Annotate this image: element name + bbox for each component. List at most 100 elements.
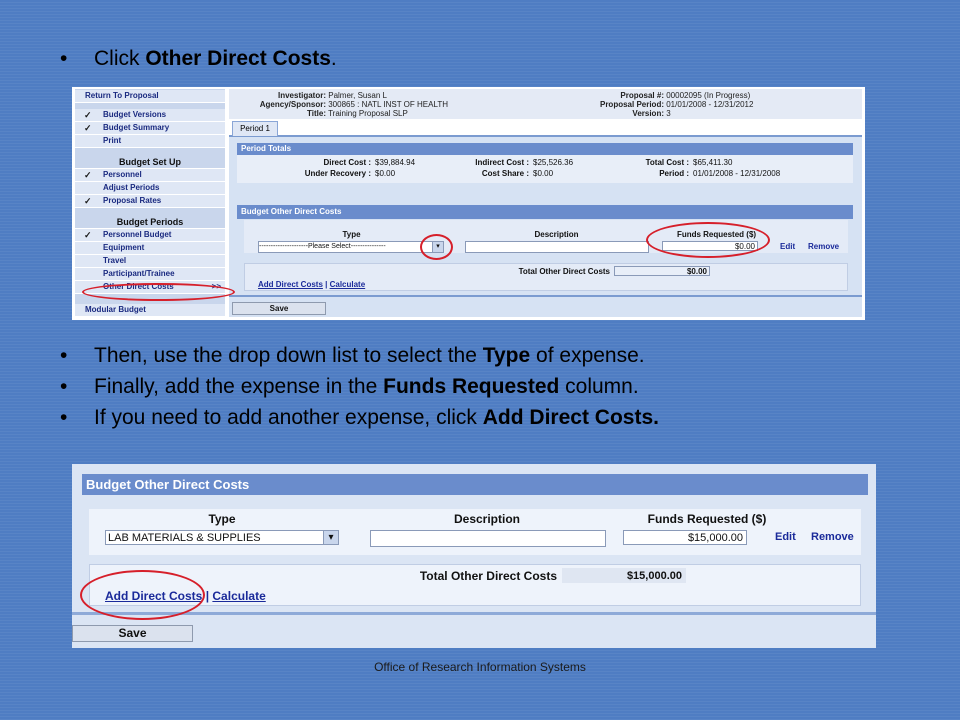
column-header-description: Description [534, 230, 579, 239]
header-value: Training Proposal SLP [328, 109, 408, 118]
total-cost-value: $65,411.30 [693, 158, 733, 167]
slide-footer: Office of Research Information Systems [374, 660, 586, 674]
bullet-text: Then, use the drop down list to select t… [94, 344, 645, 368]
bullet-bold-part: Other Direct Costs [145, 47, 331, 70]
select-value: LAB MATERIALS & SUPPLIES [108, 532, 261, 544]
header-version: Version: 3 [559, 109, 671, 118]
sidebar-item-budget-versions[interactable]: ✓ Budget Versions [75, 109, 225, 122]
column-header-funds-requested: Funds Requested ($) [647, 512, 767, 526]
period-tabs: Period 1 [229, 121, 862, 137]
check-icon: ✓ [84, 230, 92, 240]
sidebar-item-adjust-periods[interactable]: Adjust Periods [75, 182, 225, 195]
label-text: Period : [659, 169, 689, 178]
total-odc-value: $0.00 [614, 266, 710, 276]
edit-link[interactable]: Edit [775, 531, 796, 543]
indirect-cost-label: Indirect Cost : [435, 158, 529, 167]
header-value: 01/01/2008 - 12/31/2012 [666, 100, 754, 109]
check-icon: ✓ [84, 196, 92, 206]
sidebar-item-label: Participant/Trainee [103, 269, 175, 278]
header-value: Palmer, Susan L [328, 91, 387, 100]
sidebar-item-label: Equipment [103, 243, 145, 252]
sidebar-heading-budget-periods: Budget Periods [75, 216, 225, 229]
save-button[interactable]: Save [72, 625, 193, 642]
bullet-marker: • [60, 406, 68, 429]
calculate-link[interactable]: Calculate [212, 589, 265, 603]
total-odc-label: Total Other Direct Costs [419, 569, 557, 583]
bullet-item: • If you need to add another expense, cl… [60, 406, 659, 437]
check-icon: ✓ [84, 123, 92, 133]
bullet-marker: • [60, 375, 68, 398]
bullet-text-part: of expense. [530, 344, 645, 367]
bullet-text-part: Finally, add the expense in the [94, 375, 384, 398]
add-direct-costs-link[interactable]: Add Direct Costs [258, 280, 323, 289]
check-icon: ✓ [84, 110, 92, 120]
type-select[interactable]: ---------------------Please Select------… [258, 241, 444, 253]
sidebar-item-print[interactable]: Print [75, 135, 225, 148]
period-totals-title: Period Totals [237, 143, 853, 155]
period-value: 01/01/2008 - 12/31/2008 [693, 169, 781, 178]
edit-link[interactable]: Edit [780, 242, 795, 251]
bullet-list-top: • Click Other Direct Costs. [60, 47, 337, 78]
header-label: Proposal #: [620, 91, 664, 100]
label-text: Cost Share : [481, 169, 529, 178]
check-icon: ✓ [84, 170, 92, 180]
save-button[interactable]: Save [232, 302, 326, 315]
description-input[interactable] [465, 241, 649, 253]
header-label: Proposal Period: [599, 100, 664, 109]
sidebar-item-label: Budget Summary [103, 123, 170, 132]
select-value: ---------------------Please Select------… [259, 243, 386, 250]
funds-requested-input[interactable]: $15,000.00 [623, 530, 747, 545]
column-header-description: Description [453, 512, 520, 526]
remove-link[interactable]: Remove [808, 242, 839, 251]
budget-screenshot-1: Return To Proposal ✓ Budget Versions ✓ Bud… [72, 87, 865, 320]
under-recovery-value: $0.00 [375, 169, 396, 178]
sidebar-item-travel[interactable]: Travel [75, 255, 225, 268]
label-text: Direct Cost : [323, 158, 371, 167]
sidebar-item-personnel-budget[interactable]: ✓ Personnel Budget [75, 229, 225, 242]
bullet-marker: • [60, 344, 68, 367]
sidebar-item-label: Proposal Rates [103, 196, 162, 205]
sidebar-item-return-to-proposal[interactable]: Return To Proposal [75, 90, 225, 103]
bullet-bold-part: Type [482, 344, 531, 367]
highlight-circle [646, 222, 770, 258]
sidebar-item-modular-budget[interactable]: Modular Budget [75, 304, 225, 317]
bullet-text-part: Click [94, 47, 146, 70]
bullet-text-part: If you need to add another expense, clic… [94, 406, 483, 429]
header-label: Investigator: [277, 91, 326, 100]
sidebar-item-participant-trainee[interactable]: Participant/Trainee [75, 268, 225, 281]
bullet-text-part: column. [559, 375, 639, 398]
bullet-text-part: Then, use the drop down list to select t… [94, 344, 483, 367]
cost-share-label: Cost Share : [435, 169, 529, 178]
header-value: 3 [666, 109, 671, 118]
budget-screenshot-2: Budget Other Direct Costs Type Descripti… [72, 464, 876, 648]
bullet-bold-part: Add Direct Costs. [482, 406, 659, 429]
bullet-list-middle: • Then, use the drop down list to select… [60, 344, 659, 437]
remove-link[interactable]: Remove [811, 531, 854, 543]
sidebar-item-budget-summary[interactable]: ✓ Budget Summary [75, 122, 225, 135]
type-select[interactable]: LAB MATERIALS & SUPPLIES ▾ [105, 530, 339, 545]
bullet-item: • Finally, add the expense in the Funds … [60, 375, 659, 406]
direct-cost-label: Direct Cost : [229, 158, 371, 167]
divider [229, 295, 862, 297]
header-proposal-number: Proposal #: 00002095 (In Progress) [559, 91, 750, 100]
link-row: Add Direct Costs | Calculate [258, 280, 365, 289]
divider [72, 612, 876, 615]
under-recovery-label: Under Recovery : [229, 169, 371, 178]
total-odc-label: Total Other Direct Costs [518, 267, 610, 276]
description-input[interactable] [370, 530, 606, 547]
bullet-item: • Then, use the drop down list to select… [60, 344, 659, 375]
total-odc-value: $15,000.00 [562, 568, 686, 583]
highlight-circle [420, 234, 453, 260]
sidebar-item-label: Personnel [103, 170, 142, 179]
sidebar-item-equipment[interactable]: Equipment [75, 242, 225, 255]
sidebar-item-personnel[interactable]: ✓ Personnel [75, 169, 225, 182]
bullet-text-part: . [330, 47, 337, 70]
calculate-link[interactable]: Calculate [330, 280, 366, 289]
tab-period-1[interactable]: Period 1 [232, 121, 278, 136]
highlight-circle [82, 283, 235, 301]
sidebar-item-proposal-rates[interactable]: ✓ Proposal Rates [75, 195, 225, 208]
header-label: Agency/Sponsor: [259, 100, 326, 109]
indirect-cost-value: $25,526.36 [533, 158, 574, 167]
header-agency: Agency/Sponsor: 300865 : NATL INST OF HE… [229, 100, 448, 109]
period-label: Period : [609, 169, 689, 178]
